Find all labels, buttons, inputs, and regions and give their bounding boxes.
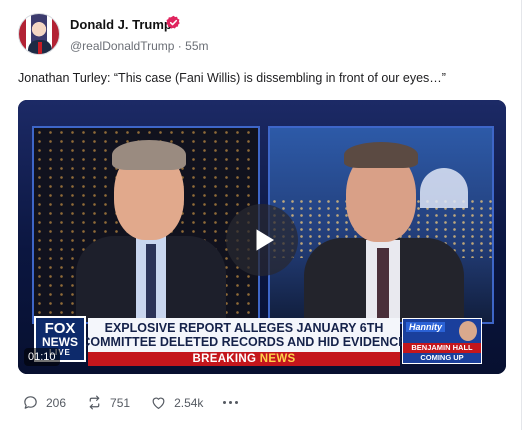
more-icon xyxy=(223,401,227,404)
avatar[interactable] xyxy=(18,13,60,55)
headline-line-1: EXPLOSIVE REPORT ALLEGES JANUARY 6TH xyxy=(104,321,384,335)
reply-icon xyxy=(24,396,37,409)
play-button[interactable] xyxy=(226,204,298,276)
capitol-dome xyxy=(420,168,468,208)
repost-count: 751 xyxy=(110,395,131,410)
like-count: 2.54k xyxy=(174,395,204,410)
more-icon-dot xyxy=(235,401,239,404)
separator-dot: · xyxy=(177,39,182,53)
chyron-headline: EXPLOSIVE REPORT ALLEGES JANUARY 6TH COM… xyxy=(81,318,407,352)
promo-caption: COMING UP xyxy=(420,353,464,362)
coming-up-promo: Hannity BENJAMIN HALL COMING UP xyxy=(402,318,482,364)
promo-name: BENJAMIN HALL xyxy=(403,343,481,353)
post-card: Donald J. Trump @realDonaldTrump · 55m J… xyxy=(0,0,522,430)
repost-icon xyxy=(89,395,100,410)
breaking-label: BREAKING xyxy=(192,353,257,365)
more-button[interactable] xyxy=(223,401,239,404)
logo-line-2: NEWS xyxy=(42,334,78,349)
reply-button[interactable]: 206 xyxy=(22,394,66,411)
host-hair xyxy=(112,140,186,170)
guest-tie xyxy=(377,248,389,322)
play-icon xyxy=(256,229,274,251)
post-text: Jonathan Turley: “This case (Fani Willis… xyxy=(18,71,446,85)
handle-row: @realDonaldTrump · 55m xyxy=(70,39,208,53)
author-handle[interactable]: @realDonaldTrump xyxy=(70,39,174,53)
like-button[interactable]: 2.54k xyxy=(150,394,203,411)
promo-show: Hannity xyxy=(406,322,446,332)
author-name[interactable]: Donald J. Trump xyxy=(70,17,172,32)
post-age[interactable]: 55m xyxy=(185,39,208,53)
repost-button[interactable]: 751 xyxy=(86,394,130,411)
breaking-news-bar: BREAKING NEWS xyxy=(88,352,400,366)
guest-hair xyxy=(344,142,418,168)
more-icon-dot xyxy=(229,401,233,404)
promo-face xyxy=(459,321,477,341)
breaking-news-label: NEWS xyxy=(259,353,296,365)
reply-count: 206 xyxy=(46,395,67,410)
like-icon xyxy=(152,397,165,409)
logo-line-1: FOX xyxy=(44,319,76,337)
video-panel-left xyxy=(32,126,260,324)
video-panel-right xyxy=(268,126,494,324)
verified-badge-icon xyxy=(166,15,180,29)
video-player[interactable]: FOX NEWS LIVE EXPLOSIVE REPORT ALLEGES J… xyxy=(18,100,506,374)
headline-line-2: COMMITTEE DELETED RECORDS AND HID EVIDEN… xyxy=(81,335,407,349)
video-timecode: 01:10 xyxy=(24,348,60,366)
host-tie xyxy=(146,244,156,322)
avatar-tie xyxy=(38,42,42,54)
post-actions: 206 751 2.54k xyxy=(22,394,239,411)
